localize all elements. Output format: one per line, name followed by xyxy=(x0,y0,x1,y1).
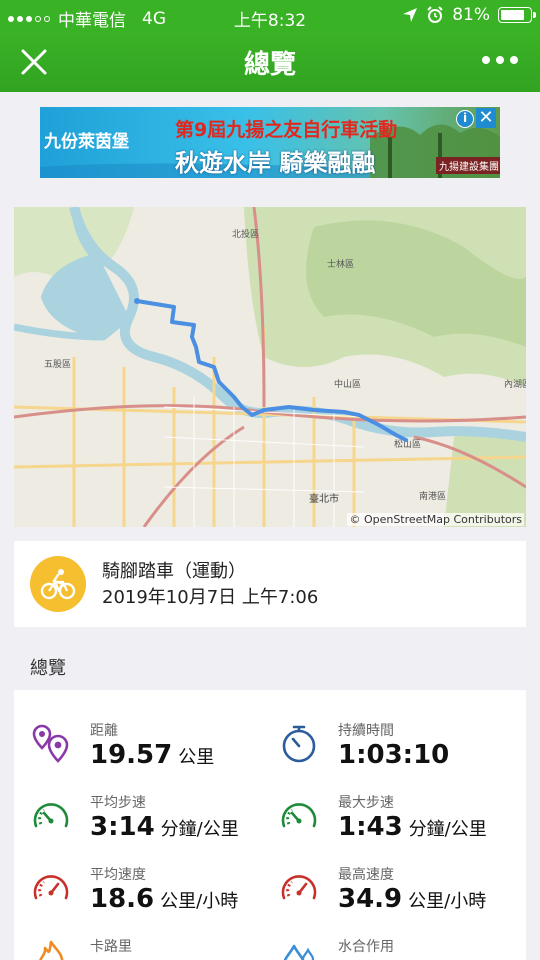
stat-unit: 公里/小時 xyxy=(160,891,239,912)
stat-avg-speed: 平均速度 18.6 公里/小時 xyxy=(30,864,270,934)
stat-unit: 分鐘/公里 xyxy=(160,819,239,840)
map-label-wugu: 五股區 xyxy=(44,359,71,370)
stat-label: 持續時間 xyxy=(338,723,394,739)
ad-organizer: 九揚建設集團 xyxy=(436,157,500,174)
stat-hydration: 水合作用 xyxy=(278,936,518,960)
battery-icon xyxy=(498,7,536,23)
map-label-shilin: 士林區 xyxy=(327,258,354,270)
water-drop-icon xyxy=(283,944,315,960)
stat-number: 18.6 xyxy=(90,884,155,914)
activity-name: 騎腳踏車（運動） xyxy=(102,561,246,582)
stat-unit: 公里/小時 xyxy=(408,891,487,912)
map-label-nangang: 南港區 xyxy=(419,490,446,502)
stat-number: 1:03:10 xyxy=(338,740,450,770)
status-right: 81% xyxy=(402,5,536,25)
activity-datetime: 2019年10月7日 上午7:06 xyxy=(102,587,319,608)
stat-value: 34.9 公里/小時 xyxy=(338,884,486,914)
stat-avg-pace: 平均步速 3:14 分鐘/公里 xyxy=(30,792,270,862)
flame-icon xyxy=(39,940,64,960)
stat-label: 最高速度 xyxy=(338,867,394,883)
map-label-beitou: 北投區 xyxy=(232,228,259,240)
map-canvas: 北投區 士林區 五股區 中山區 松山區 內湖區 南港區 臺北市 xyxy=(14,207,526,527)
stat-label: 平均速度 xyxy=(90,867,146,883)
max-speedometer-icon xyxy=(281,875,317,900)
activity-card: 騎腳踏車（運動） 2019年10月7日 上午7:06 xyxy=(14,541,526,627)
stat-duration: 持續時間 1:03:10 xyxy=(278,720,518,790)
stopwatch-icon xyxy=(282,725,316,763)
route-start-marker xyxy=(134,298,140,304)
battery-percent: 81% xyxy=(452,5,490,25)
distance-pin-icon xyxy=(32,724,69,763)
page-title: 總覽 xyxy=(243,50,296,80)
max-pace-gauge-icon xyxy=(281,803,317,828)
status-bar: 中華電信 4G 上午8:32 81% xyxy=(0,0,540,32)
speedometer-icon xyxy=(33,875,69,900)
bicycle-icon xyxy=(30,556,86,612)
stat-label: 卡路里 xyxy=(90,939,132,955)
ad-close-icon[interactable]: ✕ xyxy=(476,108,496,128)
stat-value: 3:14 分鐘/公里 xyxy=(90,812,239,842)
stat-label: 平均步速 xyxy=(90,795,146,811)
stat-value: 18.6 公里/小時 xyxy=(90,884,238,914)
nav-bar: 總覽 xyxy=(0,32,540,92)
stat-number: 1:43 xyxy=(338,812,403,842)
battery-fill xyxy=(501,10,524,20)
stat-label: 最大步速 xyxy=(338,795,394,811)
overview-section-title: 總覽 xyxy=(30,658,66,679)
map-attribution[interactable]: © OpenStreetMap Contributors xyxy=(347,513,524,526)
map-label-neihu: 內湖區 xyxy=(504,379,526,390)
stat-number: 3:14 xyxy=(90,812,155,842)
stat-distance: 距離 19.57 公里 xyxy=(30,720,270,790)
location-arrow-icon xyxy=(403,8,418,22)
ad-info-icon[interactable]: i xyxy=(456,110,474,128)
ad-headline: 第9屆九揚之友自行車活動 xyxy=(175,119,398,141)
pace-gauge-icon xyxy=(33,803,69,828)
stat-max-speed: 最高速度 34.9 公里/小時 xyxy=(278,864,518,934)
stat-max-pace: 最大步速 1:43 分鐘/公里 xyxy=(278,792,518,862)
route-map[interactable]: 北投區 士林區 五股區 中山區 松山區 內湖區 南港區 臺北市 © OpenSt… xyxy=(14,207,526,527)
map-label-taipei-city: 臺北市 xyxy=(309,492,339,505)
ad-logo: 九份萊茵堡 xyxy=(44,132,129,152)
stat-value: 19.57 公里 xyxy=(90,740,214,770)
stat-calories: 卡路里 xyxy=(30,936,270,960)
ad-banner[interactable]: 九份萊茵堡 第9屆九揚之友自行車活動 秋遊水岸 騎樂融融 九揚建設集團 i ✕ xyxy=(40,107,500,178)
stat-unit: 分鐘/公里 xyxy=(408,819,487,840)
stats-card: 距離 19.57 公里 持續時間 1:03:10 平均步速 3:14 分鐘/公里 最… xyxy=(14,690,526,960)
map-label-zhongshan: 中山區 xyxy=(334,378,361,390)
more-options-icon[interactable] xyxy=(482,56,518,64)
stat-label: 距離 xyxy=(90,723,118,739)
ad-tagline: 秋遊水岸 騎樂融融 xyxy=(175,149,376,177)
stat-unit: 公里 xyxy=(178,747,215,768)
stat-label: 水合作用 xyxy=(338,939,394,955)
stat-value: 1:43 分鐘/公里 xyxy=(338,812,487,842)
stat-number: 34.9 xyxy=(338,884,403,914)
stat-value: 1:03:10 xyxy=(338,740,449,770)
alarm-clock-icon xyxy=(427,6,443,23)
stat-number: 19.57 xyxy=(90,740,173,770)
